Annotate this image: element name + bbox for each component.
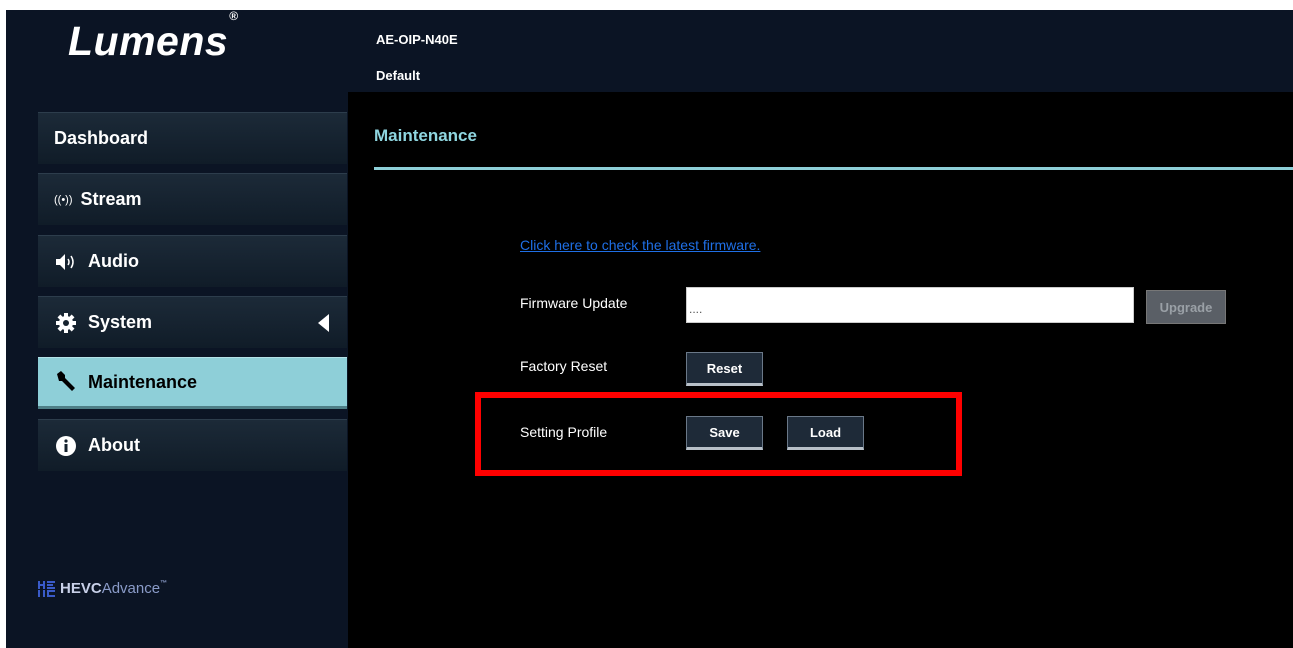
factory-reset-label: Factory Reset (520, 358, 608, 374)
wrench-icon (54, 370, 78, 394)
lumens-logo: Lumens® (68, 10, 239, 65)
device-profile: Default (376, 68, 421, 83)
sidebar-item-label: Audio (88, 251, 139, 271)
sidebar-item-about[interactable]: About (38, 419, 347, 471)
load-button[interactable]: Load (787, 416, 864, 450)
upgrade-button[interactable]: Upgrade (1146, 290, 1226, 324)
hevc-logo-text: HEVCAdvance™ (60, 580, 167, 597)
sidebar-item-system[interactable]: System (38, 296, 347, 348)
top-header: Lumens® AE-OIP-N40E Default (6, 10, 1293, 92)
sidebar-item-label: Dashboard (54, 128, 149, 148)
reset-button[interactable]: Reset (686, 352, 763, 386)
hevc-light: Advance (101, 580, 161, 597)
collapse-arrow-icon[interactable] (318, 314, 329, 332)
check-firmware-link[interactable]: Click here to check the latest firmware. (520, 237, 760, 253)
registered-mark: ® (229, 10, 239, 24)
sidebar: Dashboard ((•)) Stream Audio System Main… (6, 92, 348, 648)
broadcast-icon: ((•)) (54, 193, 73, 206)
page-title: Maintenance (374, 126, 477, 145)
device-model: AE-OIP-N40E (376, 32, 458, 47)
hevc-advance-logo: HEVCAdvance™ (38, 580, 167, 597)
sidebar-item-label: System (88, 312, 153, 332)
sidebar-item-label: About (88, 435, 140, 455)
setting-profile-label: Setting Profile (520, 424, 608, 440)
sidebar-item-label: Stream (80, 189, 142, 209)
sidebar-item-label: Maintenance (88, 371, 198, 392)
hevc-tm: ™ (160, 580, 168, 587)
app-frame: Lumens® AE-OIP-N40E Default Dashboard ((… (6, 10, 1293, 648)
firmware-update-label: Firmware Update (520, 295, 628, 311)
hevc-logo-mark (38, 580, 56, 597)
logo-text: Lumens (68, 18, 229, 64)
sidebar-item-dashboard[interactable]: Dashboard (38, 112, 347, 164)
sidebar-item-maintenance[interactable]: Maintenance (38, 357, 347, 409)
save-button[interactable]: Save (686, 416, 763, 450)
sidebar-item-audio[interactable]: Audio (38, 235, 347, 287)
firmware-file-input[interactable]: .... (686, 287, 1134, 323)
hevc-bold: HEVC (60, 580, 102, 597)
speaker-icon (54, 250, 78, 274)
title-divider (374, 167, 1293, 170)
info-icon (54, 434, 78, 458)
sidebar-item-stream[interactable]: ((•)) Stream (38, 173, 347, 225)
gear-icon (54, 311, 78, 335)
